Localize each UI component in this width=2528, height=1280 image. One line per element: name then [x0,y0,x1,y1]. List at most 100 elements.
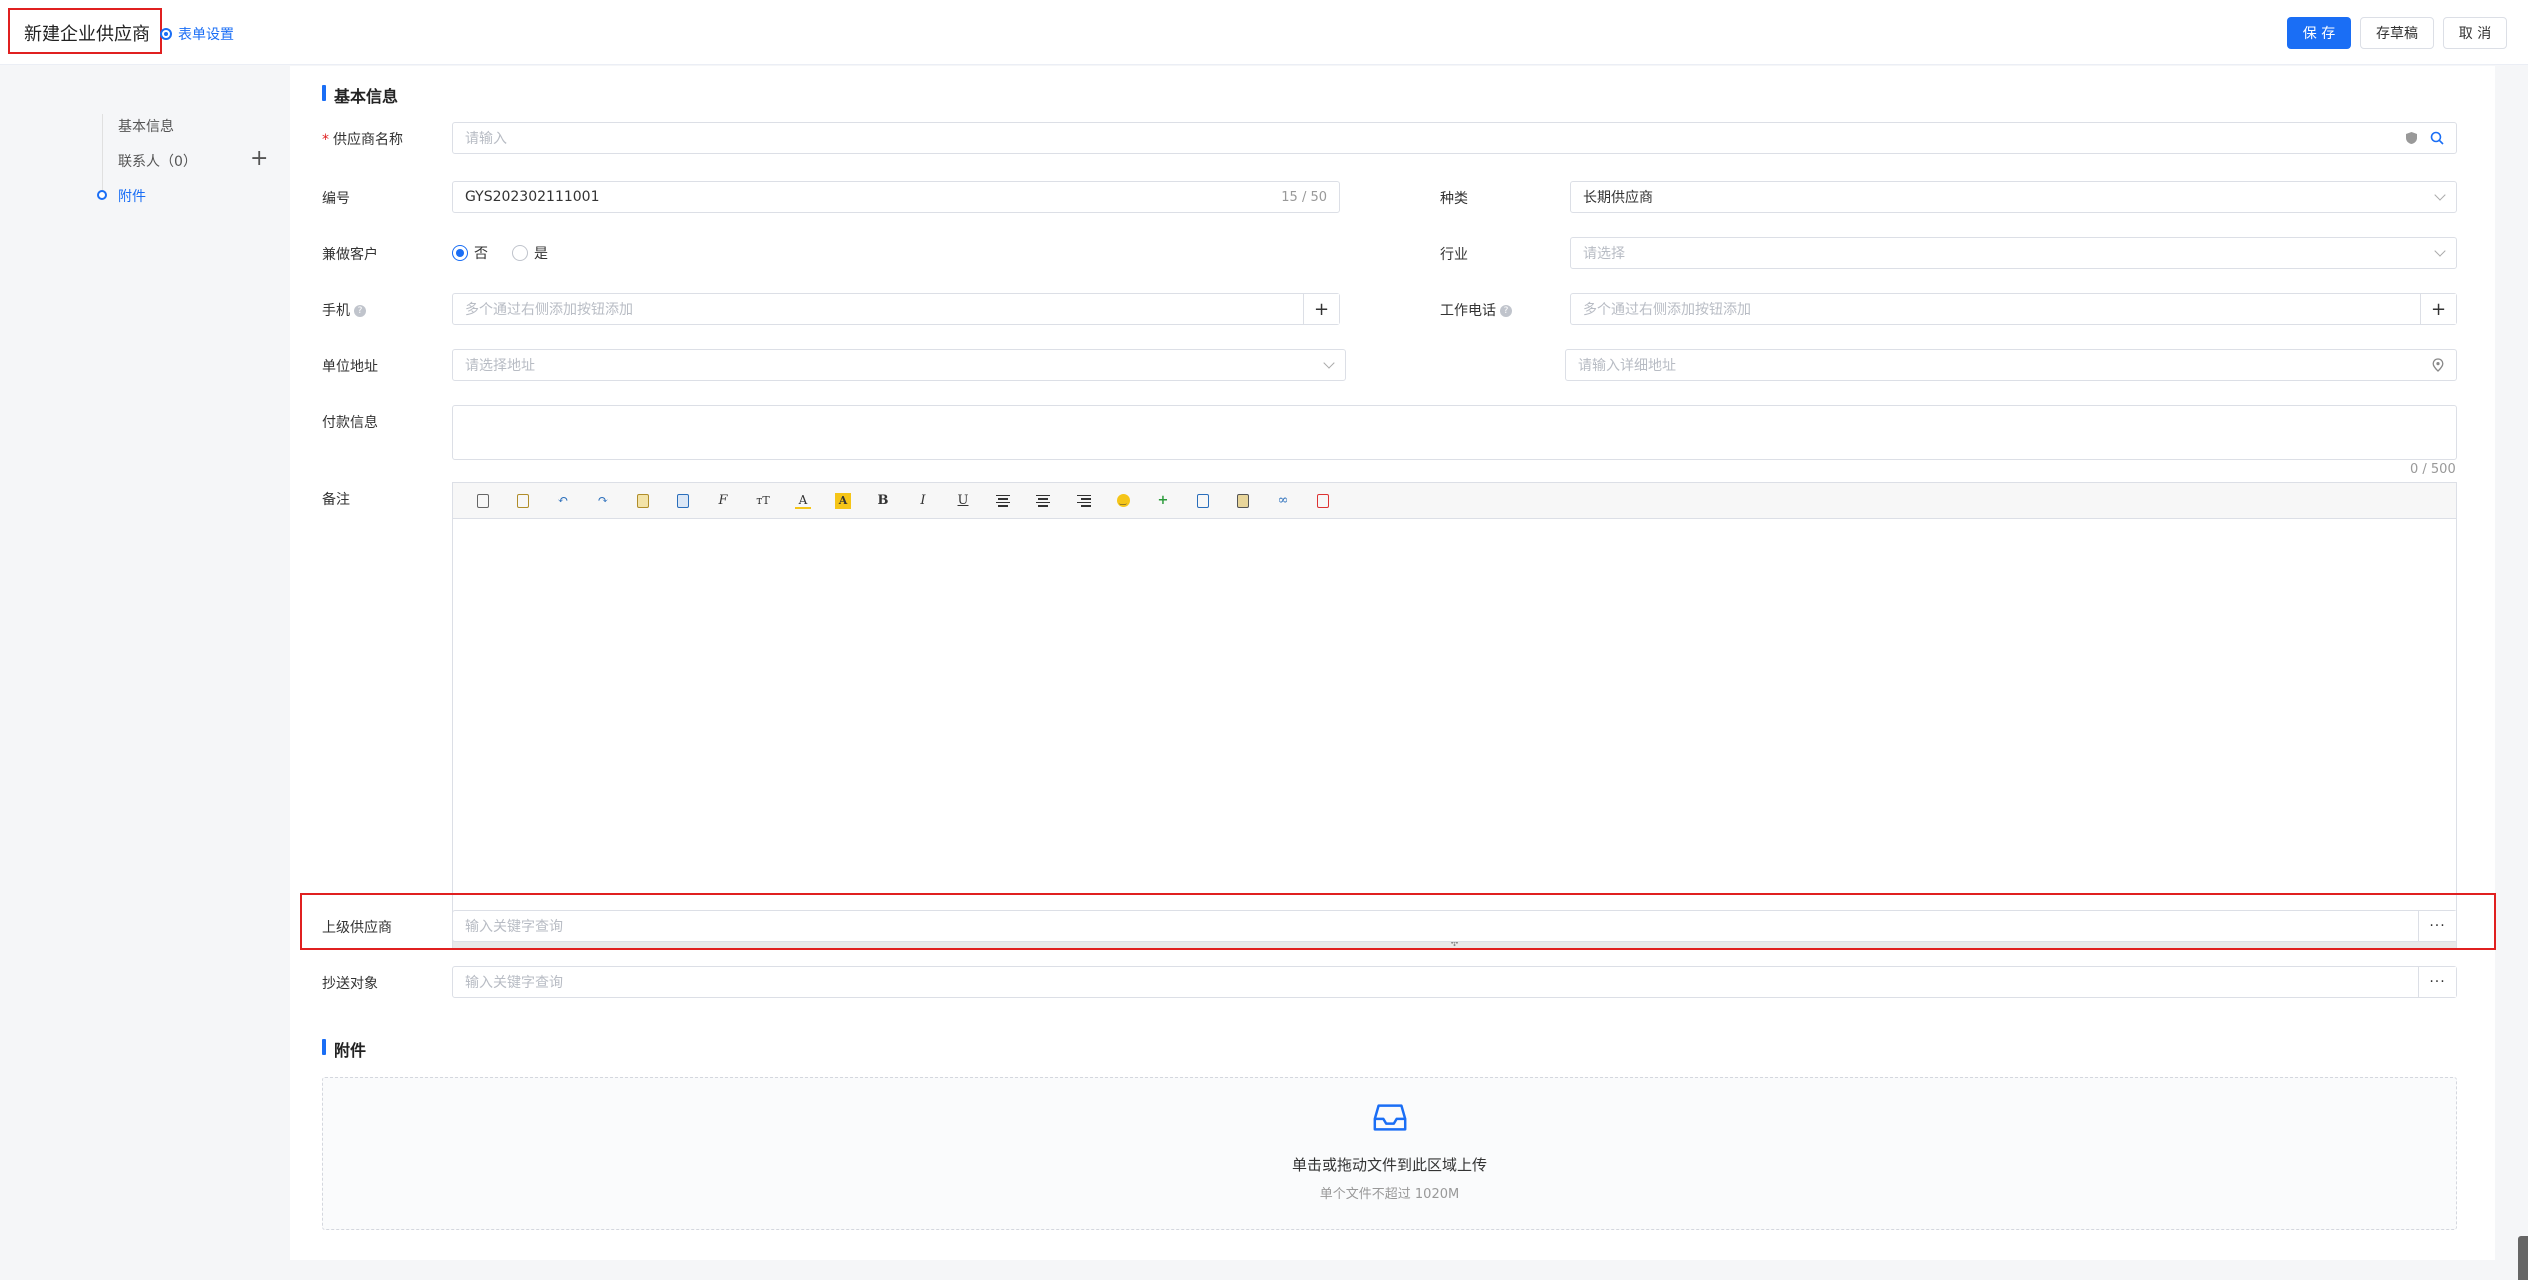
insert-row-icon[interactable]: + [1143,487,1183,515]
address-detail-placeholder: 请输入详细地址 [1578,358,1676,374]
align-center-icon[interactable] [1023,487,1063,515]
font-color-icon[interactable]: A [783,487,823,515]
italic-icon[interactable]: I [903,487,943,515]
add-work-phone-button[interactable]: + [2420,294,2456,324]
industry-label: 行业 [1440,247,1468,263]
upload-dropzone[interactable]: 单击或拖动文件到此区域上传 单个文件不超过 1020M [322,1077,2457,1230]
work-phone-input[interactable]: 多个通过右侧添加按钮添加 + [1570,293,2457,325]
payment-info-char-count: 0 / 500 [2410,462,2456,477]
work-phone-placeholder: 多个通过右侧添加按钮添加 [1583,302,1751,318]
upload-content: 单击或拖动文件到此区域上传 单个文件不超过 1020M [323,1098,2456,1202]
code-value: GYS202302111001 [465,189,600,205]
cc-target-more-button[interactable]: ··· [2418,967,2456,997]
mobile-placeholder: 多个通过右侧添加按钮添加 [465,302,633,318]
address-placeholder: 请选择地址 [465,358,535,374]
font-family-icon[interactable]: F [703,487,743,515]
supplier-name-placeholder: 请输入 [465,131,507,147]
category-label: 种类 [1440,191,1468,207]
add-mobile-button[interactable]: + [1303,294,1339,324]
nav-item-contacts[interactable]: 联系人（0） [118,151,197,171]
top-bar: 新建企业供应商 表单设置 保 存 存草稿 取 消 [0,0,2528,65]
payment-info-label: 付款信息 [322,415,378,431]
form-panel: 基本信息 * 供应商名称 请输入 编号 GYS202302111001 15 / … [290,66,2495,1260]
nav-active-dot [97,190,107,200]
redo-icon[interactable]: ↷ [583,487,623,515]
radio-yes-icon [512,245,528,261]
add-contact-icon[interactable]: + [250,148,268,170]
search-icon[interactable] [2430,131,2444,145]
title-highlight-box [8,8,162,54]
supplier-name-input[interactable]: 请输入 [452,122,2457,154]
chevron-down-icon [2434,245,2446,257]
cancel-button[interactable]: 取 消 [2443,17,2507,49]
also-customer-radio-group: 否 是 [452,243,562,263]
editor-content-area[interactable] [453,519,2456,937]
address-detail-input[interactable]: 请输入详细地址 [1565,349,2457,381]
location-pin-icon [2432,358,2444,372]
code-char-count: 15 / 50 [1281,189,1327,205]
mobile-input[interactable]: 多个通过右侧添加按钮添加 + [452,293,1340,325]
radio-no-icon [452,245,468,261]
upload-instruction: 单击或拖动文件到此区域上传 [1291,1156,1487,1174]
remark-rich-editor: ↶ ↷ F тT A A B I U ‿ + ∞ ✣ [452,482,2457,950]
radio-yes-label: 是 [534,246,548,262]
save-draft-button[interactable]: 存草稿 [2360,17,2434,49]
work-phone-label: 工作电话? [1440,300,1512,320]
remark-label: 备注 [322,492,350,508]
align-left-icon[interactable] [983,487,1023,515]
highlight-icon[interactable]: A [823,487,863,515]
image-icon[interactable] [1223,487,1263,515]
link-icon[interactable]: ∞ [1263,487,1303,515]
form-settings-link[interactable]: 表单设置 [160,24,234,44]
source-icon[interactable] [463,487,503,515]
supplier-name-label-text: 供应商名称 [333,132,403,148]
code-label: 编号 [322,191,350,207]
address-label: 单位地址 [322,359,378,375]
nav-item-attachment[interactable]: 附件 [118,186,146,206]
upload-size-hint: 单个文件不超过 1020M [1319,1187,1460,1202]
help-icon[interactable]: ? [1500,305,1512,317]
payment-info-textarea[interactable] [452,405,2457,460]
parent-supplier-highlight-box [300,893,2496,950]
paste-word-icon[interactable] [663,487,703,515]
category-select[interactable]: 长期供应商 [1570,181,2457,213]
code-input[interactable]: GYS202302111001 15 / 50 [452,181,1340,213]
radio-option-no[interactable]: 否 [452,243,488,263]
shield-icon[interactable] [2405,131,2418,145]
emoji-icon[interactable]: ‿ [1103,487,1143,515]
help-icon[interactable]: ? [354,305,366,317]
undo-icon[interactable]: ↶ [543,487,583,515]
radio-no-label: 否 [474,246,488,262]
font-size-icon[interactable]: тT [743,487,783,515]
bold-icon[interactable]: B [863,487,903,515]
underline-icon[interactable]: U [943,487,983,515]
save-button[interactable]: 保 存 [2287,17,2351,49]
align-right-icon[interactable] [1063,487,1103,515]
form-settings-label: 表单设置 [178,27,234,43]
nav-item-basic-info[interactable]: 基本信息 [118,116,174,136]
mobile-label-text: 手机 [322,303,350,319]
fullscreen-icon[interactable] [1303,487,1343,515]
industry-select[interactable]: 请选择 [1570,237,2457,269]
chevron-down-icon [1323,357,1335,369]
scrollbar-thumb[interactable] [2518,1236,2528,1280]
cc-target-placeholder: 输入关键字查询 [465,975,563,991]
editor-toolbar: ↶ ↷ F тT A A B I U ‿ + ∞ [453,483,2456,519]
also-customer-label: 兼做客户 [322,247,378,263]
table-icon[interactable] [1183,487,1223,515]
supplier-name-label: * 供应商名称 [322,129,403,149]
work-phone-label-text: 工作电话 [1440,303,1496,319]
required-mark: * [322,132,329,148]
section-title-attachment: 附件 [322,1037,366,1061]
cc-target-input[interactable]: 输入关键字查询 ··· [452,966,2457,998]
template-icon[interactable] [503,487,543,515]
category-value: 长期供应商 [1583,190,1653,206]
radio-option-yes[interactable]: 是 [512,243,548,263]
mobile-label: 手机? [322,300,366,320]
paste-icon[interactable] [623,487,663,515]
industry-placeholder: 请选择 [1583,246,1625,262]
address-select[interactable]: 请选择地址 [452,349,1346,381]
cc-target-label: 抄送对象 [322,976,378,992]
inbox-upload-icon [1373,1104,1406,1131]
gear-icon [160,28,172,40]
